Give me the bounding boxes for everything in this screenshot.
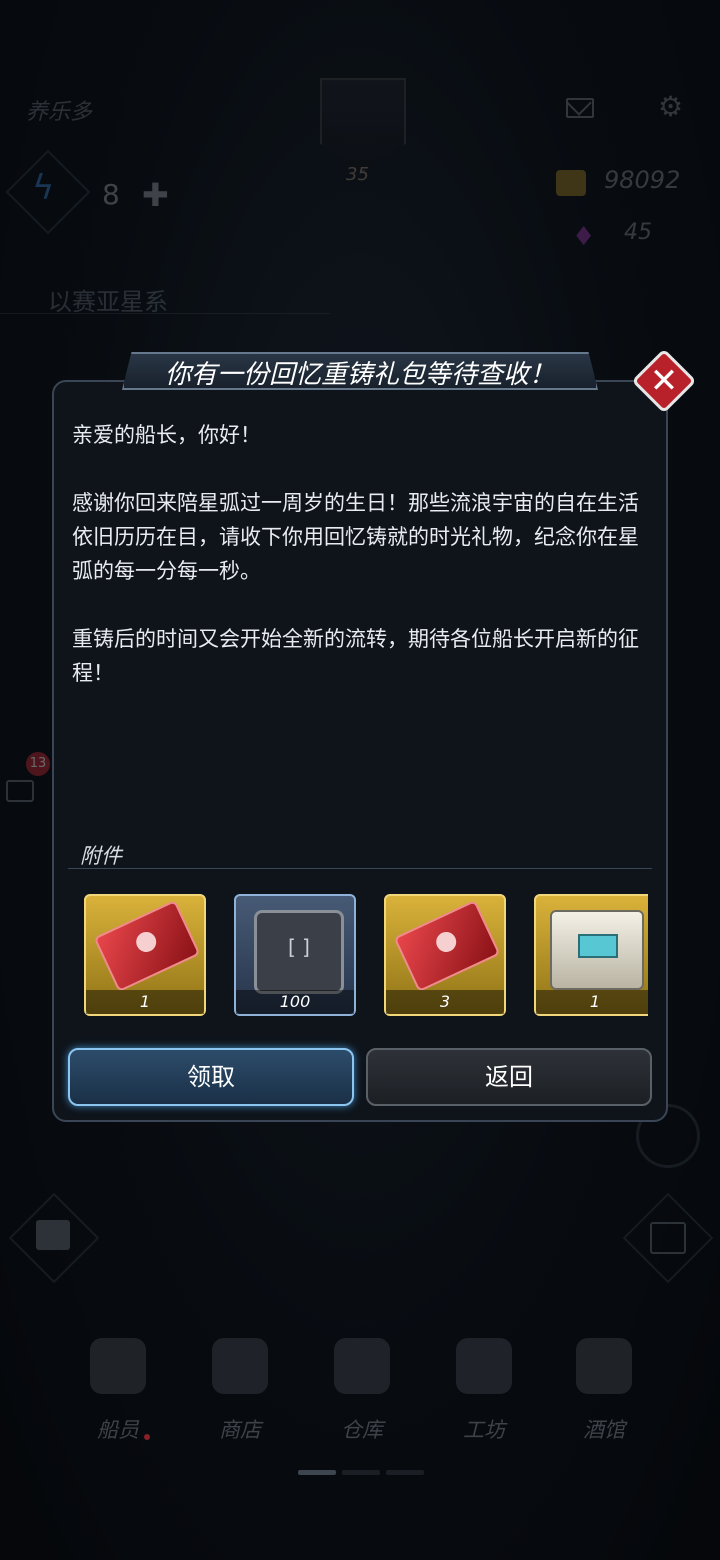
attachment-item[interactable]: 3 — [384, 894, 506, 1016]
item-quantity: 100 — [236, 990, 354, 1014]
item-quantity: 1 — [536, 990, 648, 1014]
attachment-item[interactable]: 100 — [234, 894, 356, 1016]
chip-module-icon — [254, 910, 344, 994]
close-icon[interactable]: ✕ — [641, 358, 687, 404]
attachments-label: 附件 — [80, 844, 122, 868]
item-quantity: 1 — [86, 990, 204, 1014]
supply-box-icon — [550, 910, 644, 990]
divider — [68, 868, 652, 869]
back-button[interactable]: 返回 — [366, 1048, 652, 1106]
item-quantity: 3 — [386, 990, 504, 1014]
claim-button[interactable]: 领取 — [68, 1048, 354, 1106]
attachment-item[interactable]: 1 — [84, 894, 206, 1016]
attachment-item[interactable]: 1 — [534, 894, 648, 1016]
letter-paragraph: 重铸后的时间又会开始全新的流转，期待各位船长开启新的征程！ — [72, 627, 639, 685]
letter-paragraph: 感谢你回来陪星弧过一周岁的生日！那些流浪宇宙的自在生活依旧历历在目，请收下你用回… — [72, 491, 639, 583]
red-ticket-icon — [393, 899, 501, 993]
red-ticket-icon — [93, 899, 201, 993]
letter-greeting: 亲爱的船长，你好！ — [72, 423, 261, 447]
attachment-list[interactable]: 1 100 3 1 — [68, 890, 648, 1020]
letter-body: 亲爱的船长，你好！ 感谢你回来陪星弧过一周岁的生日！那些流浪宇宙的自在生活依旧历… — [72, 418, 656, 724]
dialog-title: 你有一份回忆重铸礼包等待查收！ — [164, 360, 555, 390]
